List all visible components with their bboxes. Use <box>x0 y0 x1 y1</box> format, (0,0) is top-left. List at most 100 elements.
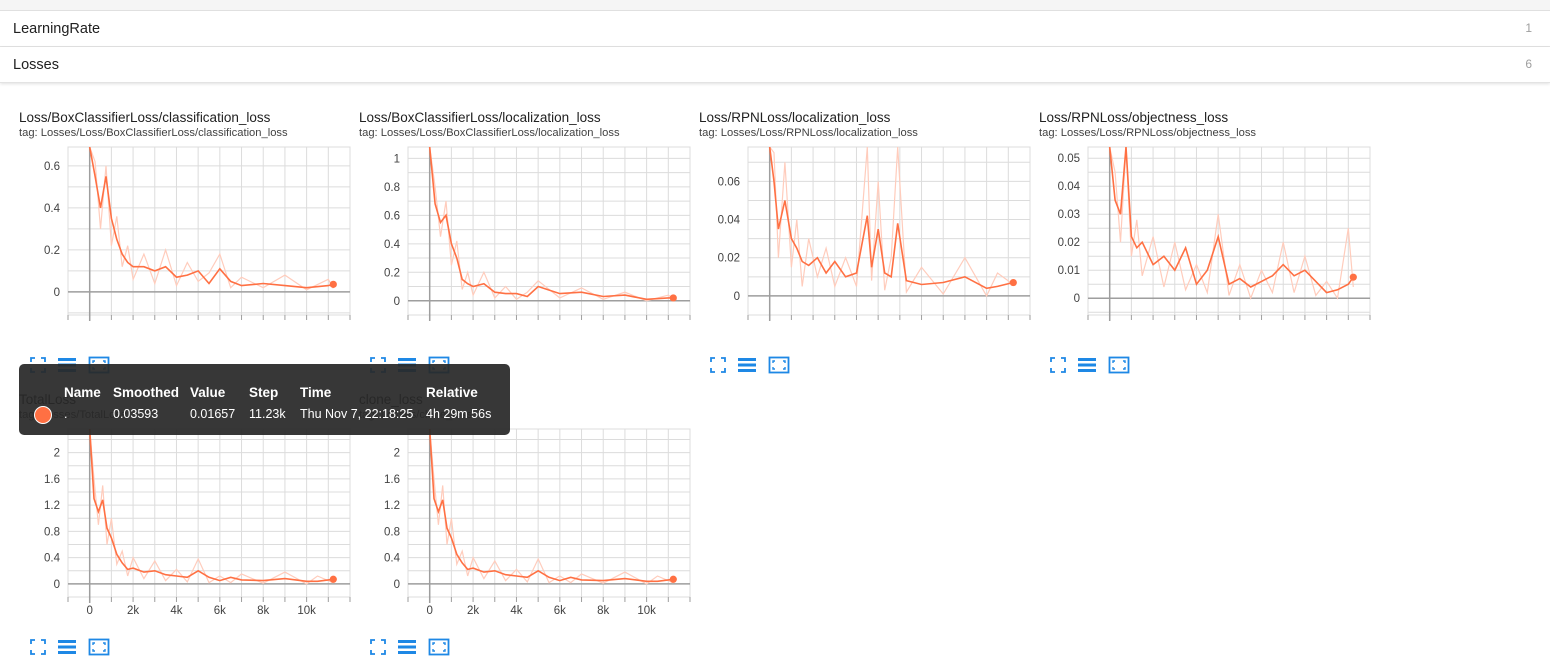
data-selection-button[interactable] <box>737 355 759 375</box>
category-count: 1 <box>1525 21 1532 35</box>
x-tick-label: 10k <box>297 605 316 617</box>
tooltip-relative: 4h 29m 56s <box>426 407 492 421</box>
data-selection-button[interactable] <box>1077 355 1099 375</box>
y-tick-label: 0.4 <box>44 203 61 215</box>
y-tick-label: 0.01 <box>1058 265 1080 277</box>
last-point-marker[interactable] <box>1349 273 1357 281</box>
tooltip-smoothed-value: 0.03593 <box>113 407 159 421</box>
y-tick-label: 1.2 <box>44 500 60 512</box>
fullscreen-button[interactable] <box>28 637 50 657</box>
y-tick-label: 0.4 <box>44 553 61 565</box>
chart-tag: tag: Losses/Loss/RPNLoss/localization_lo… <box>699 127 918 139</box>
category-losses[interactable]: Losses 6 <box>0 47 1550 83</box>
y-tick-label: 0.4 <box>384 239 401 251</box>
x-tick-label: 0 <box>426 605 432 617</box>
tooltip-header-relative: Relative <box>426 385 478 400</box>
fit-domain-icon <box>428 638 450 656</box>
y-tick-label: 1.2 <box>384 500 400 512</box>
y-tick-label: 0.6 <box>44 161 60 173</box>
plot-border <box>407 428 691 598</box>
fullscreen-icon <box>370 639 386 655</box>
tooltip-step: 11.23k <box>249 407 286 421</box>
chart-card: Loss/BoxClassifierLoss/classification_lo… <box>19 89 359 374</box>
line-chart[interactable]: 0 0.2 0.4 0.6 <box>19 146 351 327</box>
data-selection-icon <box>1078 358 1096 372</box>
y-tick-label: 0.4 <box>384 553 401 565</box>
x-tick-label: 2k <box>127 605 139 617</box>
grid-lines <box>67 429 351 598</box>
fit-domain-icon <box>768 356 790 374</box>
line-chart[interactable]: 0 0.2 0.4 0.6 0.8 1 <box>359 146 691 327</box>
last-point-marker[interactable] <box>669 294 677 302</box>
y-tick-label: 0 <box>1074 293 1080 305</box>
y-tick-label: 0.8 <box>44 526 60 538</box>
y-tick-label: 1 <box>394 153 400 165</box>
series-group <box>88 147 334 291</box>
plot-border <box>67 428 351 598</box>
data-selection-button[interactable] <box>57 637 79 657</box>
category-name: LearningRate <box>13 21 101 37</box>
y-tick-label: 1.6 <box>384 474 400 486</box>
y-tick-label: 0.03 <box>1058 209 1080 221</box>
chart-tooltip: Name Smoothed Value Step Time Relative .… <box>19 364 510 435</box>
x-tick-label: 6k <box>554 605 566 617</box>
y-tick-label: 0.02 <box>1058 237 1080 249</box>
last-point-marker[interactable] <box>329 280 337 288</box>
fullscreen-button[interactable] <box>708 355 730 375</box>
fullscreen-icon <box>30 639 46 655</box>
y-tick-label: 0.05 <box>1058 153 1080 165</box>
y-tick-label: 0.2 <box>44 245 60 257</box>
category-learningrate[interactable]: LearningRate 1 <box>0 11 1550 47</box>
last-point-marker[interactable] <box>1009 278 1017 287</box>
y-tick-label: 0.04 <box>1058 181 1081 193</box>
data-selection-button[interactable] <box>397 637 419 657</box>
y-tick-label: 0.06 <box>718 176 740 188</box>
fit-domain-icon <box>1108 356 1130 374</box>
chart-tag: tag: Losses/Loss/RPNLoss/objectness_loss <box>1039 127 1257 139</box>
y-tick-label: 0 <box>54 287 60 299</box>
raw-series-line <box>1109 147 1354 300</box>
x-tick-label: 6k <box>214 605 226 617</box>
fullscreen-icon <box>710 357 726 373</box>
y-tick-label: 0 <box>734 291 740 303</box>
x-tick-label: 0 <box>86 605 92 617</box>
data-selection-icon <box>398 640 416 654</box>
chart-card: Loss/RPNLoss/objectness_loss tag: Losses/… <box>1039 89 1379 374</box>
y-tick-label: 0.6 <box>384 210 400 222</box>
tooltip-header-step: Step <box>249 385 279 400</box>
smoothed-series-line <box>88 147 334 289</box>
chart-card: Loss/BoxClassifierLoss/localization_loss… <box>359 89 699 374</box>
fit-domain-button[interactable] <box>88 637 110 657</box>
x-tick-label: 4k <box>510 605 522 617</box>
y-tick-label: 0 <box>394 296 400 308</box>
y-tick-label: 0 <box>54 579 60 591</box>
chart-title: Loss/RPNLoss/localization_loss <box>699 110 891 125</box>
line-chart[interactable]: 0 0.4 0.8 1.2 1.6 2 0 2k 4k 6k 8k 10k <box>359 428 691 617</box>
tooltip-header-value: Value <box>190 385 226 400</box>
fit-domain-button[interactable] <box>768 355 790 375</box>
line-chart[interactable]: 0 0.4 0.8 1.2 1.6 2 0 2k 4k 6k 8k 10k <box>19 428 351 617</box>
x-tick-label: 10k <box>637 605 656 617</box>
fit-domain-button[interactable] <box>428 637 450 657</box>
fullscreen-button[interactable] <box>368 637 390 657</box>
run-color-swatch <box>34 406 52 424</box>
x-tick-label: 2k <box>467 605 479 617</box>
chart-title: Loss/BoxClassifierLoss/localization_loss <box>359 110 601 125</box>
chart-title: Loss/RPNLoss/objectness_loss <box>1039 110 1229 125</box>
last-point-marker[interactable] <box>669 575 677 583</box>
top-strip <box>0 0 1550 11</box>
category-count: 6 <box>1525 57 1532 71</box>
line-chart[interactable]: 0 0.02 0.04 0.06 <box>699 146 1031 327</box>
line-chart[interactable]: 0 0.01 0.02 0.03 0.04 0.05 <box>1039 146 1371 327</box>
raw-series-line <box>89 147 334 291</box>
data-selection-icon <box>58 640 76 654</box>
chart-tag: tag: Losses/Loss/BoxClassifierLoss/local… <box>359 127 620 139</box>
fit-domain-button[interactable] <box>1108 355 1130 375</box>
last-point-marker[interactable] <box>329 575 337 583</box>
tooltip-header-time: Time <box>300 385 332 400</box>
data-selection-icon <box>738 358 756 372</box>
fullscreen-button[interactable] <box>1048 355 1070 375</box>
tooltip-run-name: . <box>64 407 68 421</box>
fit-domain-icon <box>88 638 110 656</box>
tooltip-value: 0.01657 <box>190 407 236 421</box>
